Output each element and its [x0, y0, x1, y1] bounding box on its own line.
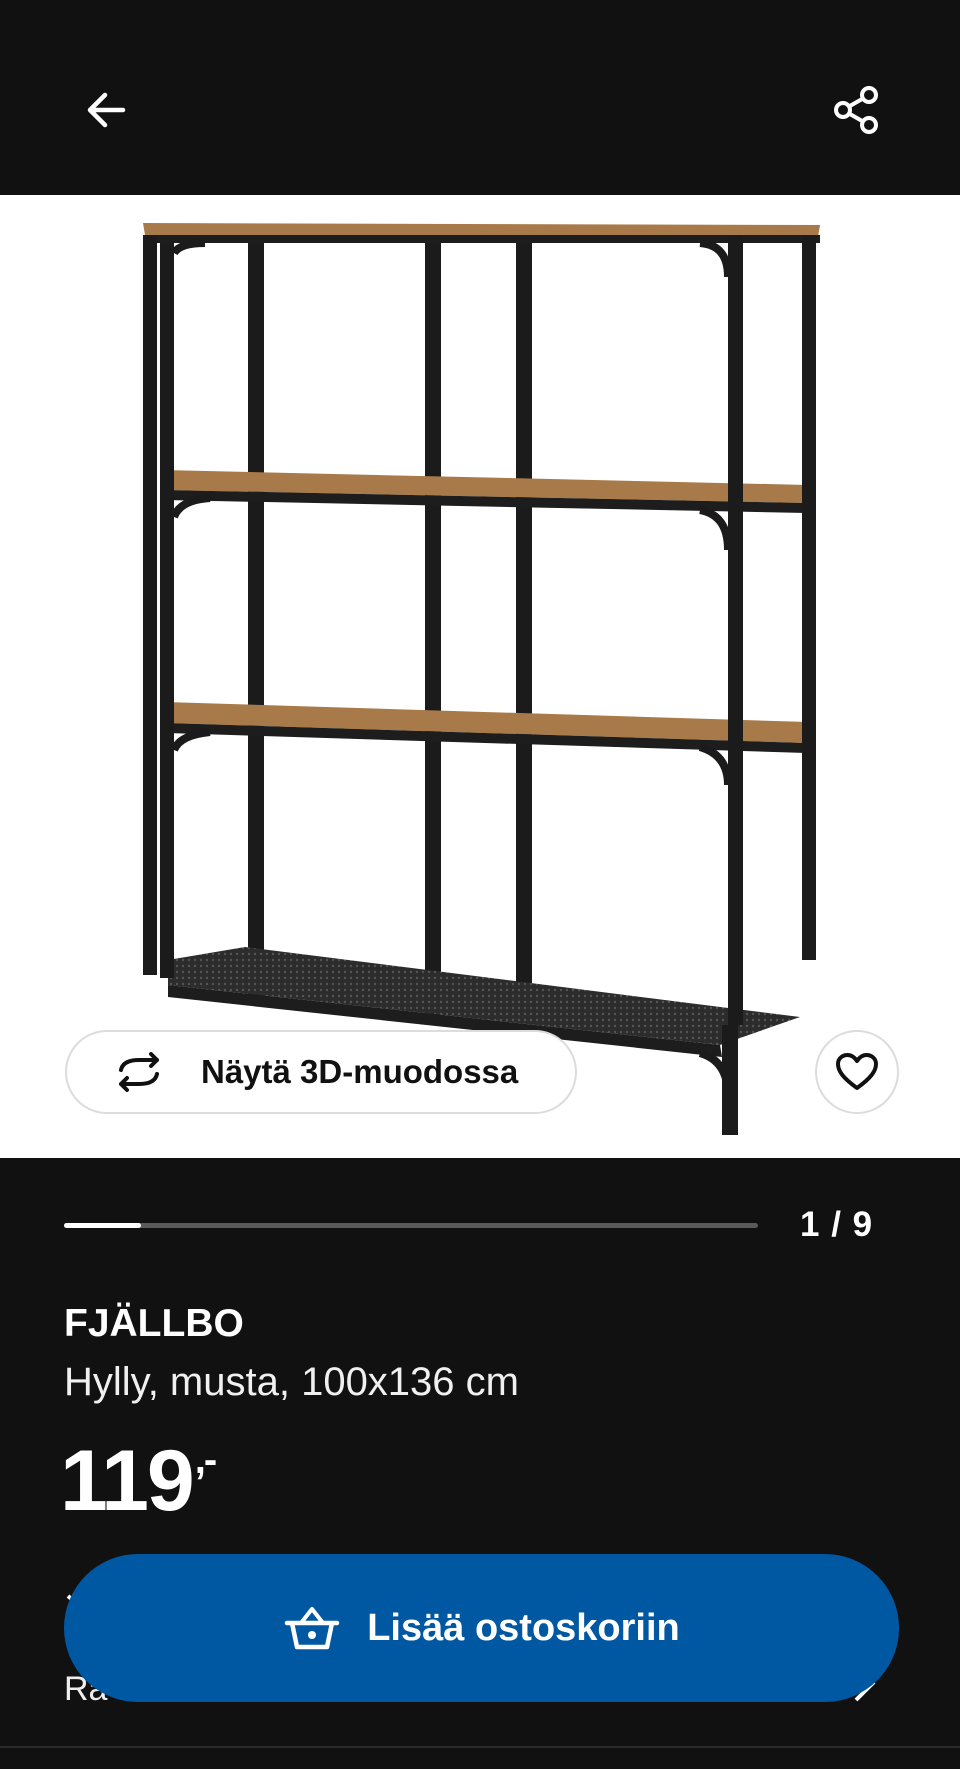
share-button[interactable]: [820, 74, 892, 146]
view-3d-label: Näytä 3D-muodossa: [201, 1053, 519, 1090]
heart-icon: [836, 1053, 878, 1090]
gallery-progress: [64, 1223, 758, 1228]
add-to-cart-button[interactable]: Lisää ostoskoriin: [64, 1554, 899, 1702]
product-description: Hylly, musta, 100x136 cm: [64, 1360, 519, 1404]
basket-icon: [284, 1607, 340, 1650]
arrow-left-icon: [87, 92, 126, 128]
add-to-cart-label: Lisää ostoskoriin: [367, 1606, 680, 1649]
rotate-3d-icon: [111, 1052, 167, 1092]
price-suffix: ,-: [194, 1438, 217, 1482]
top-bar: [0, 0, 960, 195]
bottom-divider: [0, 1746, 960, 1748]
product-image[interactable]: [0, 195, 960, 1158]
shelf-illustration: [143, 223, 820, 1135]
price-value: 119: [60, 1433, 195, 1529]
gallery-counter: 1 / 9: [800, 1205, 874, 1244]
favorite-button[interactable]: [815, 1030, 899, 1114]
gallery-progress-fill: [64, 1223, 142, 1228]
product-brand: FJÄLLBO: [64, 1302, 244, 1345]
back-button[interactable]: [70, 74, 142, 146]
product-price: 119,-: [60, 1432, 217, 1531]
share-icon: [834, 86, 878, 134]
view-3d-button[interactable]: Näytä 3D-muodossa: [65, 1030, 577, 1114]
